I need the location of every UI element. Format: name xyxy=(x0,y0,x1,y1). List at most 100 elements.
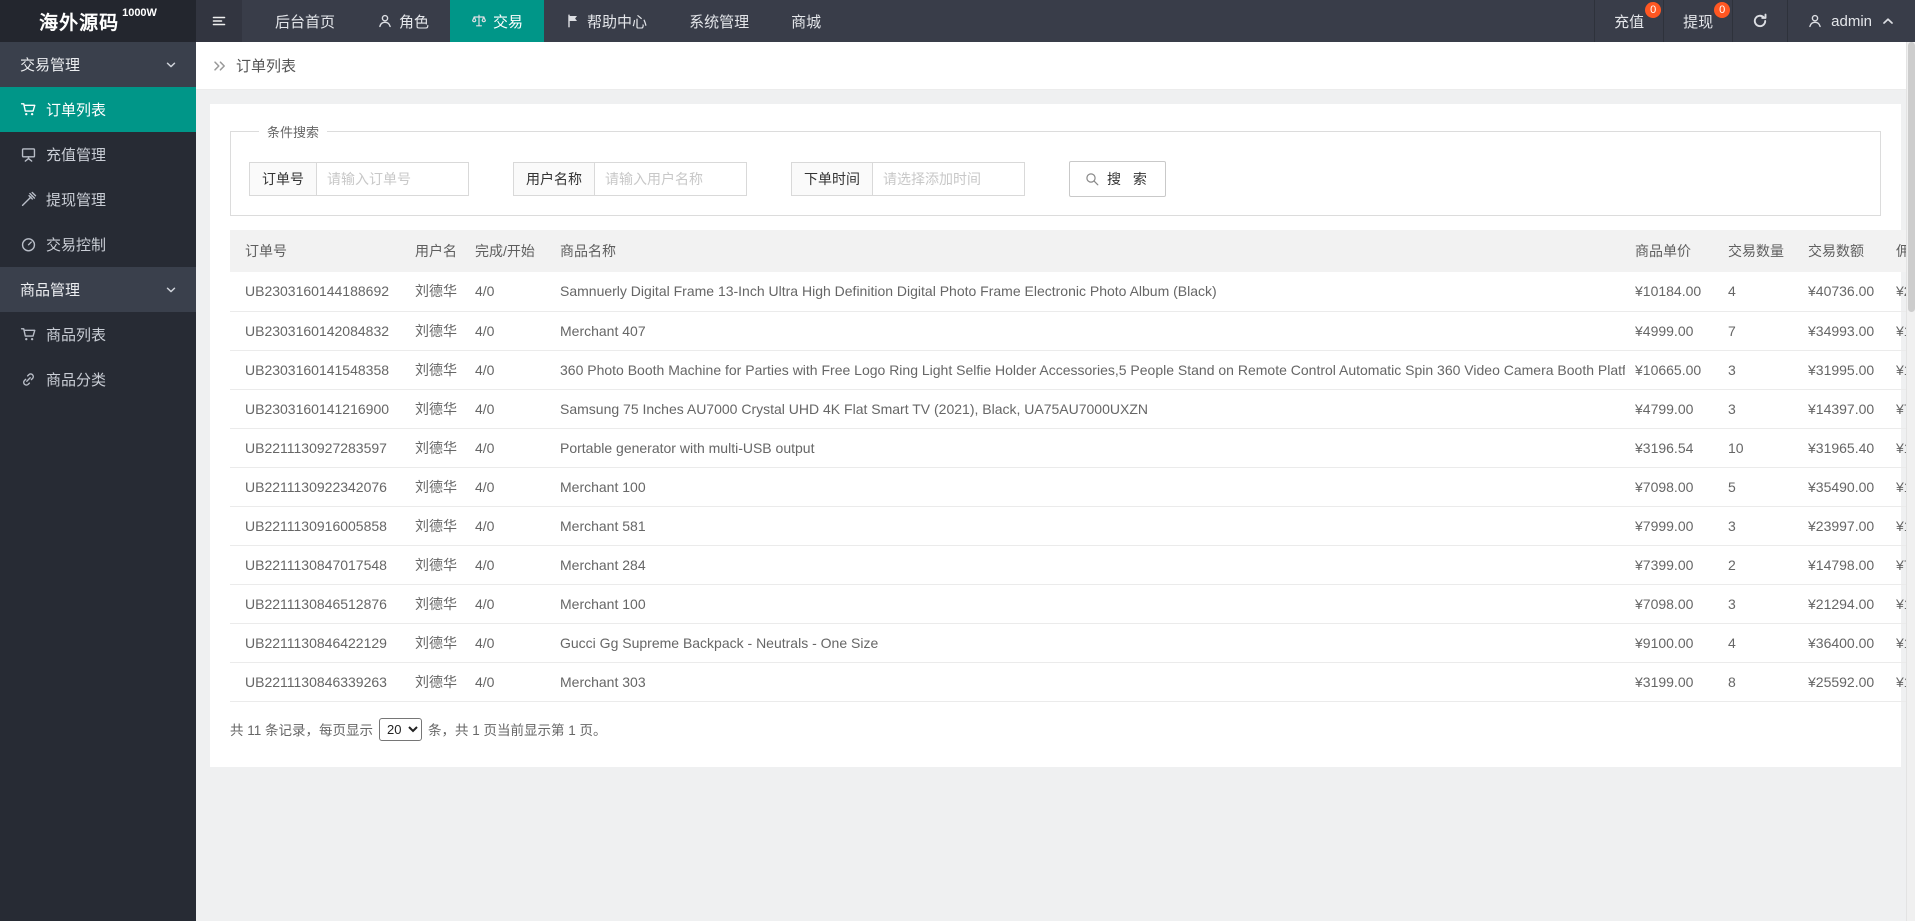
table-cell: ¥7098.00 xyxy=(1625,584,1718,624)
user-menu-label: admin xyxy=(1831,12,1872,30)
table-cell: ¥9100.00 xyxy=(1625,623,1718,663)
table-cell: ¥7999.00 xyxy=(1625,506,1718,546)
sidebar-item-withdraw-manage[interactable]: 提现管理 xyxy=(0,177,196,222)
scrollbar-thumb[interactable] xyxy=(1908,42,1915,312)
table-cell: Samnuerly Digital Frame 13-Inch Ultra Hi… xyxy=(550,272,1625,312)
topnav-right: 充值 0 提现 0 admin xyxy=(1594,0,1915,42)
orders-table: 订单号用户名完成/开始商品名称商品单价交易数量交易数额佣金 UB23031601… xyxy=(230,230,1915,702)
table-cell: 刘德华 xyxy=(405,584,465,624)
table-cell: Merchant 303 xyxy=(550,662,1625,702)
sidebar-group-trade-manage[interactable]: 交易管理 xyxy=(0,42,196,87)
link-icon xyxy=(20,371,37,388)
withdraw-label: 提现 xyxy=(1683,13,1714,31)
search-button-label: 搜 索 xyxy=(1107,171,1151,187)
table-row: UB2303160144188692 刘德华 4/0 Samnuerly Digita… xyxy=(230,272,1915,312)
table-cell: 3 xyxy=(1718,584,1798,624)
billboard-icon xyxy=(20,146,37,163)
sidebar-item-label: 提现管理 xyxy=(46,192,107,209)
table-cell: Portable generator with multi-USB output xyxy=(550,428,1625,468)
gavel-icon xyxy=(20,191,37,208)
search-icon xyxy=(1084,171,1100,187)
topnav-item-label: 商城 xyxy=(791,13,822,31)
table-cell: ¥14798.00 xyxy=(1798,545,1886,585)
table-cell: 刘德华 xyxy=(405,467,465,507)
topnav-item-label: 帮助中心 xyxy=(587,13,648,31)
table-cell: 4 xyxy=(1718,272,1798,312)
table-cell: UB2303160144188692 xyxy=(230,272,405,312)
table-cell: 刘德华 xyxy=(405,545,465,585)
table-cell: UB2211130846422129 xyxy=(230,623,405,663)
table-cell: ¥31965.40 xyxy=(1798,428,1886,468)
sidebar-group-goods-manage[interactable]: 商品管理 xyxy=(0,267,196,312)
sidebar-item-label: 商品分类 xyxy=(46,372,107,389)
table-cell: 360 Photo Booth Machine for Parties with… xyxy=(550,350,1625,390)
table-cell: 10 xyxy=(1718,428,1798,468)
page-size-select[interactable]: 20 xyxy=(379,717,423,741)
search-label-user-name: 用户名称 xyxy=(513,162,595,196)
column-header: 商品单价 xyxy=(1625,230,1718,272)
table-cell: Merchant 284 xyxy=(550,545,1625,585)
pagination-suffix: 条，共 1 页当前显示第 1 页。 xyxy=(428,723,607,738)
sidebar-item-goods-list[interactable]: 商品列表 xyxy=(0,312,196,357)
table-cell: ¥7098.00 xyxy=(1625,467,1718,507)
pagination: 共 11 条记录，每页显示 20 条，共 1 页当前显示第 1 页。 xyxy=(230,717,1881,741)
order-time-input[interactable] xyxy=(873,162,1025,196)
table-cell: Merchant 581 xyxy=(550,506,1625,546)
table-cell: ¥4999.00 xyxy=(1625,311,1718,351)
sidebar-item-order-list[interactable]: 订单列表 xyxy=(0,87,196,132)
topnav-item-trade[interactable]: 交易 xyxy=(450,0,545,42)
column-header: 完成/开始 xyxy=(465,230,550,272)
sidebar-item-recharge-manage[interactable]: 充值管理 xyxy=(0,132,196,177)
table-cell: ¥3196.54 xyxy=(1625,428,1718,468)
table-row: UB2211130922342076 刘德华 4/0 Merchant 100 ¥709… xyxy=(230,467,1915,507)
table-cell: UB2303160141548358 xyxy=(230,350,405,390)
sidebar-group-label: 商品管理 xyxy=(20,282,81,299)
chevron-up-icon xyxy=(1880,13,1896,29)
vertical-scrollbar[interactable] xyxy=(1906,42,1915,921)
topnav-item-role[interactable]: 角色 xyxy=(356,0,450,42)
table-cell: 4/0 xyxy=(465,428,550,468)
search-group-order-time: 下单时间 xyxy=(791,162,1025,196)
topnav-item-help[interactable]: 帮助中心 xyxy=(544,0,668,42)
order-no-input[interactable] xyxy=(317,162,469,196)
table-header-row: 订单号用户名完成/开始商品名称商品单价交易数量交易数额佣金 xyxy=(230,230,1915,272)
topnav-item-label: 后台首页 xyxy=(275,13,336,31)
topnav-item-mall[interactable]: 商城 xyxy=(770,0,842,42)
table-cell: 4/0 xyxy=(465,311,550,351)
search-button[interactable]: 搜 索 xyxy=(1069,161,1166,197)
sidebar-item-trade-control[interactable]: 交易控制 xyxy=(0,222,196,267)
table-cell: UB2211130846512876 xyxy=(230,584,405,624)
flag-icon xyxy=(565,13,581,29)
table-row: UB2303160142084832 刘德华 4/0 Merchant 407 ¥499… xyxy=(230,311,1915,351)
topnav-item-home[interactable]: 后台首页 xyxy=(254,0,356,42)
table-cell: UB2211130922342076 xyxy=(230,467,405,507)
table-cell: 刘德华 xyxy=(405,311,465,351)
table-cell: 刘德华 xyxy=(405,389,465,429)
search-label-order-no: 订单号 xyxy=(249,162,317,196)
table-cell: Gucci Gg Supreme Backpack - Neutrals - O… xyxy=(550,623,1625,663)
sidebar-item-label: 商品列表 xyxy=(46,327,107,344)
table-row: UB2211130847017548 刘德华 4/0 Merchant 284 ¥739… xyxy=(230,545,1915,585)
table-row: UB2211130927283597 刘德华 4/0 Portable generat… xyxy=(230,428,1915,468)
user-name-input[interactable] xyxy=(595,162,747,196)
refresh-icon xyxy=(1752,13,1768,29)
table-cell: 4/0 xyxy=(465,350,550,390)
breadcrumb-label: 订单列表 xyxy=(236,58,297,75)
topnav-withdraw-button[interactable]: 提现 0 xyxy=(1663,0,1732,42)
table-cell: ¥3199.00 xyxy=(1625,662,1718,702)
user-menu[interactable]: admin xyxy=(1787,0,1915,42)
menu-toggle-button[interactable] xyxy=(196,0,242,42)
topnav-recharge-button[interactable]: 充值 0 xyxy=(1594,0,1663,42)
table-cell: Merchant 100 xyxy=(550,467,1625,507)
column-header: 用户名 xyxy=(405,230,465,272)
topnav-item-system[interactable]: 系统管理 xyxy=(668,0,770,42)
chevron-down-icon xyxy=(164,283,178,297)
table-cell: 刘德华 xyxy=(405,506,465,546)
hamburger-icon xyxy=(211,13,227,29)
column-header: 订单号 xyxy=(230,230,405,272)
refresh-button[interactable] xyxy=(1732,0,1787,42)
sidebar-item-goods-category[interactable]: 商品分类 xyxy=(0,357,196,402)
table-cell: 5 xyxy=(1718,467,1798,507)
table-cell: 7 xyxy=(1718,311,1798,351)
table-cell: UB2303160141216900 xyxy=(230,389,405,429)
